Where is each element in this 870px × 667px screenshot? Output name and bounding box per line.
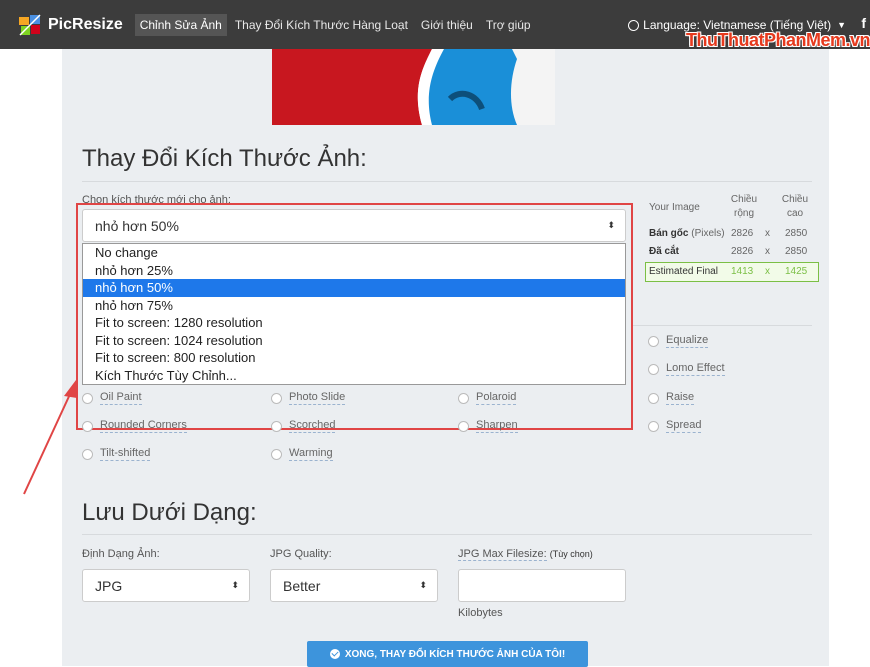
- radio-circle-icon: [648, 363, 659, 375]
- maxsize-label[interactable]: JPG Max Filesize:: [458, 548, 547, 561]
- info-cropped-x: x: [765, 246, 770, 257]
- annotation-frame: [76, 203, 633, 430]
- maxsize-optional: (Tùy chọn): [549, 549, 593, 559]
- save-divider: [82, 534, 812, 535]
- radio-circle-icon: [82, 420, 93, 432]
- nav-batch-resize[interactable]: Thay Đổi Kích Thước Hàng Loạt: [230, 14, 413, 36]
- info-cropped-w: 2826: [731, 246, 754, 257]
- effect-rounded-corners[interactable]: Rounded Corners: [82, 419, 187, 433]
- info-original-w: 2826: [731, 228, 754, 239]
- image-preview: [272, 49, 555, 125]
- effect-scorched[interactable]: Scorched: [271, 419, 336, 433]
- effect-polaroid[interactable]: Polaroid: [458, 391, 517, 405]
- effect-photo-slide[interactable]: Photo Slide: [271, 391, 346, 405]
- check-circle-icon: [329, 649, 340, 659]
- effect-lomo[interactable]: Lomo Effect: [648, 362, 725, 376]
- info-original-h: 2850: [785, 228, 808, 239]
- effect-oil-paint[interactable]: Oil Paint: [82, 391, 142, 405]
- resize-heading: Thay Đổi Kích Thước Ảnh:: [82, 145, 367, 172]
- your-image-label: Your Image: [649, 202, 700, 213]
- select-arrows-icon: ⬍: [231, 580, 239, 590]
- globe-icon: [628, 19, 640, 31]
- nav-help[interactable]: Trợ giúp: [481, 14, 536, 36]
- info-original-x: x: [765, 228, 770, 239]
- resize-divider: [82, 181, 812, 182]
- main-panel: Thay Đổi Kích Thước Ảnh: Chọn kích thước…: [62, 49, 829, 667]
- info-estimated-x: x: [765, 266, 770, 277]
- quality-label: JPG Quality:: [270, 548, 332, 560]
- maxsize-label-wrap: JPG Max Filesize: (Tùy chọn): [458, 548, 593, 561]
- brand-name: PicResize: [48, 15, 123, 33]
- format-label: Định Dạng Ảnh:: [82, 548, 160, 560]
- col-width-header: Chiều rộng: [730, 194, 758, 219]
- maxsize-unit: Kilobytes: [458, 607, 503, 619]
- info-row-original: Bán gốc (Pixels) 2826 x 2850: [645, 225, 819, 243]
- radio-circle-icon: [82, 392, 93, 404]
- radio-circle-icon: [458, 392, 469, 404]
- info-original-label: Bán gốc: [649, 228, 689, 239]
- radio-circle-icon: [82, 448, 93, 460]
- watermark: ThuThuatPhanMem.vn: [686, 30, 870, 50]
- radio-circle-icon: [271, 448, 282, 460]
- info-cropped-label: Đã cắt: [649, 246, 680, 257]
- col-height-header: Chiều cao: [781, 194, 809, 219]
- effects-divider: [633, 325, 812, 326]
- radio-circle-icon: [648, 420, 659, 432]
- effect-equalize[interactable]: Equalize: [648, 334, 709, 348]
- info-cropped-h: 2850: [785, 246, 808, 257]
- effect-tilt-shifted[interactable]: Tilt-shifted: [82, 447, 151, 461]
- facebook-icon[interactable]: f: [861, 15, 866, 31]
- nav-about[interactable]: Giới thiệu: [416, 14, 478, 36]
- submit-label: XONG, THAY ĐỔI KÍCH THƯỚC ẢNH CỦA TÔI!: [344, 648, 566, 660]
- submit-resize-button[interactable]: XONG, THAY ĐỔI KÍCH THƯỚC ẢNH CỦA TÔI!: [307, 641, 588, 667]
- picresize-logo-icon: [19, 13, 41, 36]
- radio-circle-icon: [271, 420, 282, 432]
- maxsize-input[interactable]: [458, 569, 626, 602]
- format-select[interactable]: JPG ⬍: [82, 569, 250, 602]
- radio-circle-icon: [648, 392, 659, 404]
- caret-down-icon: ▼: [837, 20, 846, 30]
- info-estimated-w: 1413: [731, 266, 754, 277]
- save-heading: Lưu Dưới Dạng:: [82, 499, 257, 526]
- select-arrows-icon: ⬍: [419, 580, 427, 590]
- nav-edit-photo[interactable]: Chỉnh Sửa Ảnh: [134, 13, 227, 36]
- effect-spread[interactable]: Spread: [648, 419, 702, 433]
- info-estimated-label: Estimated Final: [649, 266, 718, 277]
- info-estimated-h: 1425: [785, 266, 808, 277]
- effect-sharpen[interactable]: Sharpen: [458, 419, 518, 433]
- info-row-estimated: Estimated Final 1413 x 1425: [645, 262, 819, 282]
- info-row-cropped: Đã cắt 2826 x 2850: [645, 243, 819, 261]
- radio-circle-icon: [271, 392, 282, 404]
- effect-warming[interactable]: Warming: [271, 447, 333, 461]
- radio-circle-icon: [458, 420, 469, 432]
- effect-raise[interactable]: Raise: [648, 391, 695, 405]
- info-original-sub: (Pixels): [691, 228, 725, 239]
- quality-select-value: Better: [283, 577, 321, 594]
- radio-circle-icon: [648, 335, 659, 347]
- quality-select[interactable]: Better ⬍: [270, 569, 438, 602]
- format-select-value: JPG: [95, 577, 123, 594]
- brand[interactable]: PicResize: [18, 13, 135, 37]
